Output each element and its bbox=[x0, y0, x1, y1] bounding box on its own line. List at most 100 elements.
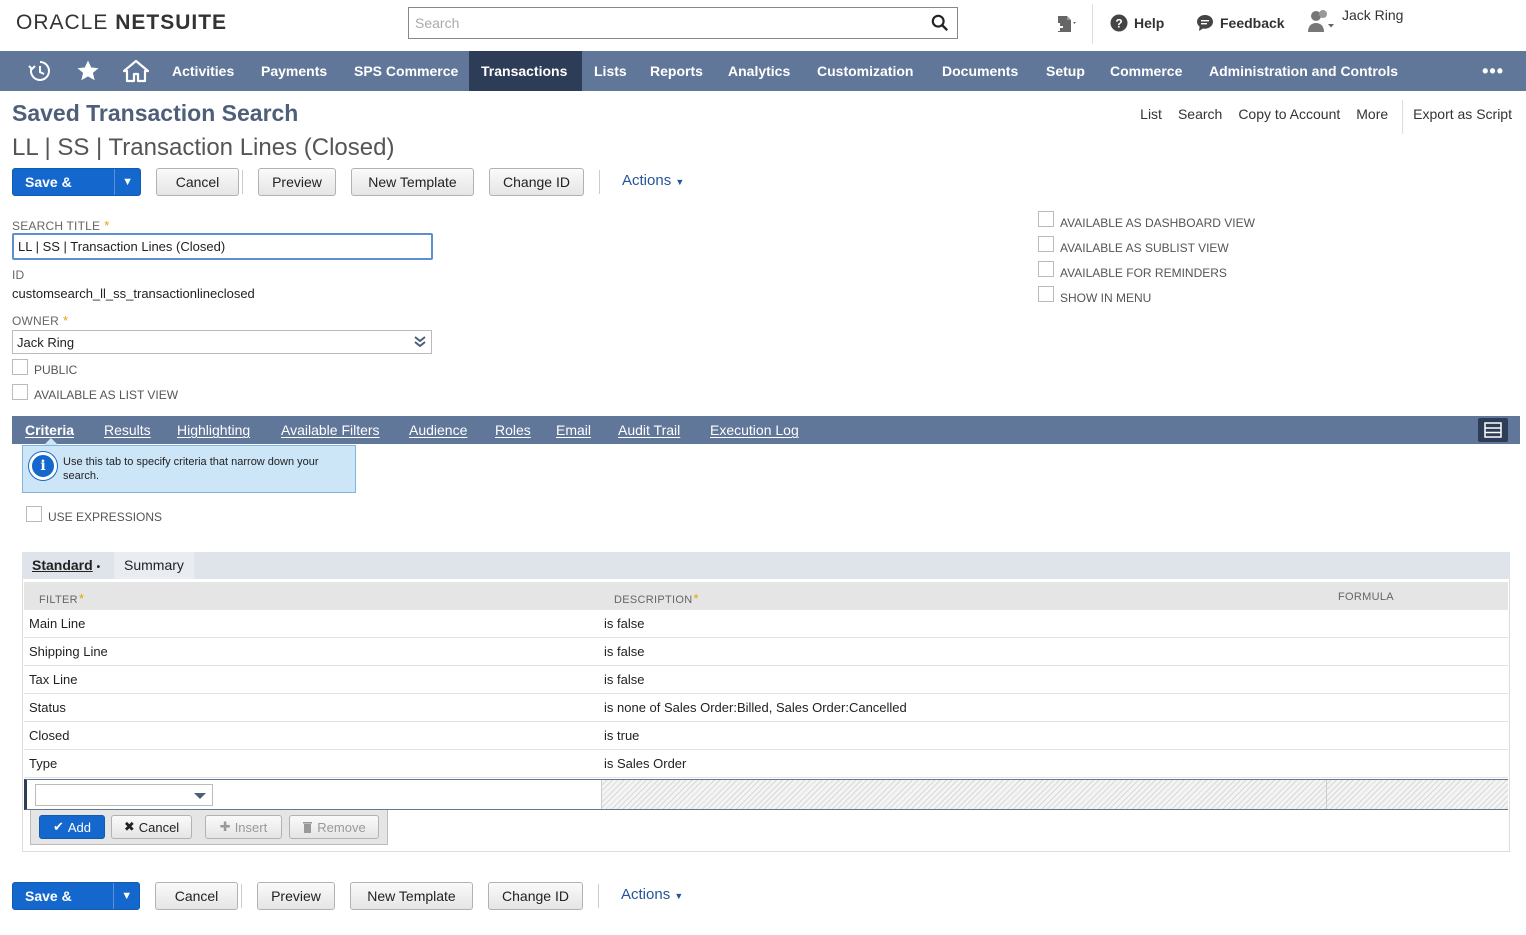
nav-sps-commerce[interactable]: SPS Commerce bbox=[342, 51, 470, 91]
show-in-menu-checkbox[interactable] bbox=[1038, 286, 1054, 302]
export-as-script-link[interactable]: Export as Script bbox=[1413, 106, 1512, 134]
oracle-netsuite-logo[interactable]: ORACLE NETSUITE bbox=[16, 11, 227, 35]
help-link[interactable]: ? Help bbox=[1110, 14, 1164, 32]
new-template-button-bottom[interactable]: New Template bbox=[350, 882, 473, 910]
nav-documents[interactable]: Documents bbox=[930, 51, 1030, 91]
change-id-button-bottom[interactable]: Change ID bbox=[488, 882, 583, 910]
reminders-checkbox[interactable] bbox=[1038, 261, 1054, 277]
feedback-link[interactable]: Feedback bbox=[1196, 14, 1285, 32]
preview-button[interactable]: Preview bbox=[258, 168, 336, 196]
table-row[interactable]: Closed is true bbox=[24, 722, 1508, 750]
recent-records-icon[interactable] bbox=[20, 51, 60, 91]
filter-cell: Shipping Line bbox=[29, 644, 108, 659]
nav-transactions[interactable]: Transactions bbox=[469, 51, 582, 91]
search-link[interactable]: Search bbox=[1178, 106, 1222, 134]
filter-select[interactable] bbox=[35, 784, 213, 806]
nav-more-menu-icon[interactable]: ••• bbox=[1482, 61, 1504, 82]
table-row[interactable]: Status is none of Sales Order:Billed, Sa… bbox=[24, 694, 1508, 722]
use-expressions-checkbox[interactable] bbox=[26, 506, 42, 522]
home-icon[interactable] bbox=[116, 51, 156, 91]
save-and-run-button-bottom[interactable]: Save & Run ▼ bbox=[12, 882, 140, 930]
tab-execution-log[interactable]: Execution Log bbox=[710, 422, 799, 438]
table-row[interactable]: Shipping Line is false bbox=[24, 638, 1508, 666]
svg-text:?: ? bbox=[1115, 17, 1122, 31]
criteria-table-header: FILTER* DESCRIPTION* FORMULA bbox=[24, 582, 1508, 610]
sublist-view-checkbox[interactable] bbox=[1038, 236, 1054, 252]
user-menu[interactable]: Jack Ring bbox=[1306, 7, 1403, 34]
tab-email[interactable]: Email bbox=[556, 422, 591, 438]
nav-setup[interactable]: Setup bbox=[1034, 51, 1097, 91]
dropdown-arrow-icon[interactable] bbox=[194, 793, 206, 799]
nav-commerce[interactable]: Commerce bbox=[1098, 51, 1194, 91]
nav-administration-and-controls[interactable]: Administration and Controls bbox=[1197, 51, 1410, 91]
search-icon[interactable] bbox=[931, 14, 949, 32]
subtab-standard[interactable]: Standard • bbox=[22, 552, 111, 579]
tab-layout-toggle-icon[interactable] bbox=[1478, 418, 1508, 442]
description-cell: is true bbox=[604, 728, 640, 743]
page-right-links: List Search Copy to Account More Export … bbox=[1124, 100, 1512, 134]
header-divider bbox=[1092, 4, 1093, 44]
change-id-button[interactable]: Change ID bbox=[489, 168, 584, 196]
criteria-info-box: i Use this tab to specify criteria that … bbox=[22, 445, 356, 493]
new-template-button[interactable]: New Template bbox=[351, 168, 474, 196]
dashboard-view-checkbox[interactable] bbox=[1038, 211, 1054, 227]
actions-menu[interactable]: Actions ▼ bbox=[622, 172, 684, 189]
save-and-run-button[interactable]: Save & Run ▼ bbox=[12, 168, 141, 216]
cancel-button[interactable]: Cancel bbox=[156, 168, 239, 196]
save-dropdown-arrow-icon[interactable]: ▼ bbox=[113, 883, 139, 909]
list-link[interactable]: List bbox=[1140, 106, 1162, 134]
check-icon: ✔ bbox=[52, 819, 64, 834]
dashboard-view-label: AVAILABLE AS DASHBOARD VIEW bbox=[1060, 216, 1255, 230]
subtab-bar: Criteria Results Highlighting Available … bbox=[12, 416, 1520, 445]
more-link[interactable]: More bbox=[1356, 106, 1388, 134]
remove-button[interactable]: Remove bbox=[289, 815, 379, 839]
table-row[interactable]: Main Line is false bbox=[24, 610, 1508, 638]
table-row[interactable]: Tax Line is false bbox=[24, 666, 1508, 694]
tab-roles[interactable]: Roles bbox=[495, 422, 531, 438]
actions-menu-bottom[interactable]: Actions ▼ bbox=[621, 886, 683, 903]
caret-down-icon: ▼ bbox=[675, 177, 685, 187]
required-icon: * bbox=[104, 218, 110, 233]
criteria-subtabs: Standard • Summary bbox=[22, 552, 1510, 579]
nav-lists[interactable]: Lists bbox=[582, 51, 639, 91]
filter-cell: Main Line bbox=[29, 616, 86, 631]
active-tab-caret bbox=[44, 438, 58, 445]
required-icon: * bbox=[693, 591, 699, 606]
subtab-summary[interactable]: Summary bbox=[114, 552, 194, 579]
nav-analytics[interactable]: Analytics bbox=[716, 51, 802, 91]
insert-button[interactable]: ✚ Insert bbox=[205, 815, 282, 839]
feedback-icon bbox=[1197, 15, 1213, 31]
tab-audience[interactable]: Audience bbox=[409, 422, 467, 438]
add-button[interactable]: ✔ Add bbox=[39, 815, 105, 839]
preview-button-bottom[interactable]: Preview bbox=[257, 882, 335, 910]
tab-highlighting[interactable]: Highlighting bbox=[177, 422, 250, 438]
description-cell: is Sales Order bbox=[604, 756, 687, 771]
sublist-cancel-button[interactable]: ✖ Cancel bbox=[111, 815, 192, 839]
use-expressions-label: USE EXPRESSIONS bbox=[48, 510, 163, 524]
cancel-button-bottom[interactable]: Cancel bbox=[155, 882, 238, 910]
nav-reports[interactable]: Reports bbox=[638, 51, 715, 91]
save-dropdown-arrow-icon[interactable]: ▼ bbox=[114, 169, 140, 195]
create-new-menu[interactable] bbox=[1054, 12, 1080, 36]
available-as-list-view-label: AVAILABLE AS LIST VIEW bbox=[34, 388, 179, 402]
owner-select[interactable]: Jack Ring bbox=[12, 330, 432, 354]
tab-audit-trail[interactable]: Audit Trail bbox=[618, 422, 680, 438]
tab-criteria[interactable]: Criteria bbox=[25, 422, 74, 438]
nav-payments[interactable]: Payments bbox=[249, 51, 339, 91]
button-divider bbox=[242, 170, 243, 194]
table-row[interactable]: Type is Sales Order bbox=[24, 750, 1508, 778]
available-as-list-view-checkbox[interactable] bbox=[12, 384, 28, 400]
nav-activities[interactable]: Activities bbox=[160, 51, 246, 91]
global-search-input[interactable] bbox=[413, 12, 913, 34]
tab-results[interactable]: Results bbox=[104, 422, 151, 438]
favorites-star-icon[interactable] bbox=[68, 51, 108, 91]
x-icon: ✖ bbox=[123, 819, 135, 834]
search-title-input[interactable] bbox=[12, 233, 433, 260]
public-checkbox[interactable] bbox=[12, 359, 28, 375]
tab-available-filters[interactable]: Available Filters bbox=[281, 422, 380, 438]
filter-cell: Tax Line bbox=[29, 672, 78, 687]
double-chevron-down-icon[interactable] bbox=[413, 335, 427, 349]
show-in-menu-label: SHOW IN MENU bbox=[1060, 291, 1152, 305]
nav-customization[interactable]: Customization bbox=[805, 51, 925, 91]
copy-to-account-link[interactable]: Copy to Account bbox=[1238, 106, 1340, 134]
